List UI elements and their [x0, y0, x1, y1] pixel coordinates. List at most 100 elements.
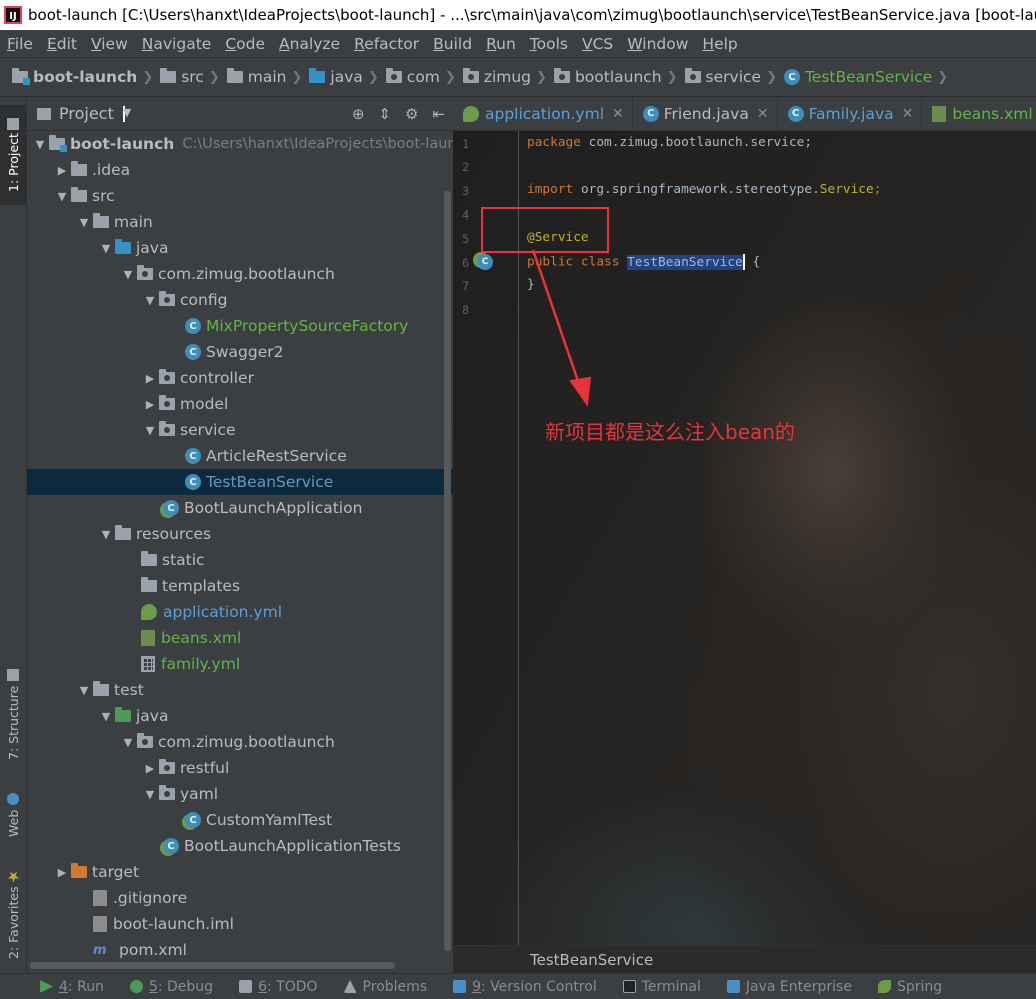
menu-help[interactable]: Help	[702, 35, 737, 53]
editor-tab-beans-xml[interactable]: beans.xml✕	[922, 97, 1036, 130]
menu-view[interactable]: View	[91, 35, 128, 53]
tree-node-swagger2[interactable]: C Swagger2	[27, 339, 453, 365]
tree-node-yaml[interactable]: ▼ yaml	[27, 781, 453, 807]
nav-crumb-com[interactable]: com ❯	[385, 68, 463, 86]
tree-node-test[interactable]: ▼ test	[27, 677, 453, 703]
bottom-tab-terminal[interactable]: Terminal	[622, 979, 701, 995]
editor-breadcrumb-class[interactable]: TestBeanService	[530, 951, 653, 969]
tree-node-main[interactable]: ▼ main	[27, 209, 453, 235]
tree-node-controller[interactable]: ▶ controller	[27, 365, 453, 391]
tree-horizontal-scrollbar[interactable]	[30, 962, 395, 969]
tree-node-src[interactable]: ▼ src	[27, 183, 453, 209]
nav-crumb-java[interactable]: java ❯	[309, 68, 385, 86]
hide-panel-icon[interactable]: ⇤	[432, 105, 445, 123]
tree-node-idea[interactable]: ▶ .idea	[27, 157, 453, 183]
collapsed-arrow-icon[interactable]: ▶	[141, 762, 159, 775]
tree-node-restful[interactable]: ▶ restful	[27, 755, 453, 781]
bottom-tab-java-enterprise[interactable]: Java Enterprise	[726, 979, 852, 995]
tree-node-beans-xml[interactable]: beans.xml	[27, 625, 453, 651]
menu-window[interactable]: Window	[627, 35, 688, 53]
code-area[interactable]: package com.zimug.bootlaunch.service; im…	[527, 131, 1027, 951]
collapsed-arrow-icon[interactable]: ▶	[141, 398, 159, 411]
tree-vertical-scrollbar[interactable]	[444, 191, 451, 951]
editor-tab-application-yml[interactable]: application.yml ✕	[453, 97, 633, 130]
menu-edit[interactable]: Edit	[47, 35, 77, 53]
expanded-arrow-icon[interactable]: ▼	[141, 294, 159, 307]
expanded-arrow-icon[interactable]: ▼	[53, 190, 71, 203]
gear-icon[interactable]: ⚙	[405, 105, 418, 123]
collapsed-arrow-icon[interactable]: ▶	[53, 866, 71, 879]
tree-node-service[interactable]: ▼ service	[27, 417, 453, 443]
tree-node-application-yml[interactable]: application.yml	[27, 599, 453, 625]
menu-code[interactable]: Code	[225, 35, 265, 53]
expanded-arrow-icon[interactable]: ▼	[119, 736, 137, 749]
nav-crumb-src[interactable]: src ❯	[160, 68, 227, 86]
editor-tab-family-java[interactable]: C Family.java ✕	[778, 97, 923, 130]
project-view-selector[interactable]: Project	[59, 104, 114, 123]
expanded-arrow-icon[interactable]: ▼	[31, 138, 49, 151]
collapsed-arrow-icon[interactable]: ▶	[141, 372, 159, 385]
bottom-tab-todo[interactable]: 6: TODO	[239, 979, 318, 995]
tree-node-static[interactable]: static	[27, 547, 453, 573]
tree-node-java[interactable]: ▼ java	[27, 235, 453, 261]
menu-run[interactable]: Run	[486, 35, 516, 53]
expanded-arrow-icon[interactable]: ▼	[97, 242, 115, 255]
close-icon[interactable]: ✕	[757, 106, 769, 122]
tree-node-customyamltest[interactable]: C CustomYamlTest	[27, 807, 453, 833]
nav-crumb-bootlaunch[interactable]: bootlaunch ❯	[553, 68, 685, 86]
tree-node-articlerestservice[interactable]: C ArticleRestService	[27, 443, 453, 469]
menu-refactor[interactable]: Refactor	[354, 35, 419, 53]
tree-node-target[interactable]: ▶ target	[27, 859, 453, 885]
nav-crumb-project[interactable]: boot-launch ❯	[12, 68, 160, 86]
tree-node-pom-xml[interactable]: m pom.xml	[27, 937, 453, 963]
tree-node-bootlaunchapplicationtests[interactable]: C BootLaunchApplicationTests	[27, 833, 453, 859]
locate-icon[interactable]: ⊕	[352, 105, 365, 123]
expanded-arrow-icon[interactable]: ▼	[75, 216, 93, 229]
nav-crumb-class[interactable]: C TestBeanService ❯	[783, 68, 955, 86]
collapsed-arrow-icon[interactable]: ▶	[53, 164, 71, 177]
spring-bean-gutter-icon[interactable]: C	[477, 254, 493, 270]
editor-tab-friend-java[interactable]: C Friend.java ✕	[633, 97, 778, 130]
expanded-arrow-icon[interactable]: ▼	[119, 268, 137, 281]
tree-node-templates[interactable]: templates	[27, 573, 453, 599]
tree-node-model[interactable]: ▶ model	[27, 391, 453, 417]
expanded-arrow-icon[interactable]: ▼	[141, 424, 159, 437]
bottom-tab-spring[interactable]: Spring	[877, 979, 942, 995]
expanded-arrow-icon[interactable]: ▼	[141, 788, 159, 801]
expanded-arrow-icon[interactable]: ▼	[75, 684, 93, 697]
tool-tab-favorites[interactable]: 2: Favorites	[0, 865, 27, 965]
tree-node-iml[interactable]: boot-launch.iml	[27, 911, 453, 937]
bottom-tab-problems[interactable]: Problems	[343, 979, 427, 995]
project-tree[interactable]: ▼ boot-launch C:\Users\hanxt\IdeaProjects\…	[27, 131, 453, 971]
collapse-all-icon[interactable]: ⇕	[378, 105, 391, 123]
menu-file[interactable]: File	[7, 35, 33, 53]
tree-node-family-yml[interactable]: family.yml	[27, 651, 453, 677]
tree-node-test-package[interactable]: ▼ com.zimug.bootlaunch	[27, 729, 453, 755]
nav-crumb-main[interactable]: main ❯	[226, 68, 310, 86]
tree-node-resources[interactable]: ▼ resources	[27, 521, 453, 547]
tree-node-boot-launch[interactable]: ▼ boot-launch C:\Users\hanxt\IdeaProjects\…	[27, 131, 453, 157]
bottom-tab-debug[interactable]: 5: Debug	[129, 979, 213, 995]
tree-node-config[interactable]: ▼ config	[27, 287, 453, 313]
tool-tab-project[interactable]: 1: Project	[0, 105, 27, 205]
tree-node-test-java[interactable]: ▼ java	[27, 703, 453, 729]
menu-analyze[interactable]: Analyze	[279, 35, 340, 53]
expanded-arrow-icon[interactable]: ▼	[97, 528, 115, 541]
tree-node-package[interactable]: ▼ com.zimug.bootlaunch	[27, 261, 453, 287]
nav-crumb-zimug[interactable]: zimug ❯	[462, 68, 554, 86]
close-icon[interactable]: ✕	[902, 106, 914, 122]
expanded-arrow-icon[interactable]: ▼	[97, 710, 115, 723]
bottom-tab-version-control[interactable]: 9: Version Control	[453, 979, 597, 995]
tree-node-mixpropertysourcefactory[interactable]: C MixPropertySourceFactory	[27, 313, 453, 339]
tool-tab-web[interactable]: Web	[0, 785, 27, 845]
tree-node-bootlaunchapplication[interactable]: C BootLaunchApplication	[27, 495, 453, 521]
bottom-tab-run[interactable]: 4: Run	[40, 979, 104, 995]
menu-navigate[interactable]: Navigate	[142, 35, 212, 53]
tree-node-gitignore[interactable]: .gitignore	[27, 885, 453, 911]
nav-crumb-service[interactable]: service ❯	[684, 68, 784, 86]
menu-build[interactable]: Build	[433, 35, 472, 53]
tool-tab-structure[interactable]: 7: Structure	[0, 662, 27, 767]
dropdown-caret-icon[interactable]: ▼	[122, 105, 131, 122]
tree-node-testbeanservice[interactable]: C TestBeanService	[27, 469, 453, 495]
menu-tools[interactable]: Tools	[530, 35, 568, 53]
